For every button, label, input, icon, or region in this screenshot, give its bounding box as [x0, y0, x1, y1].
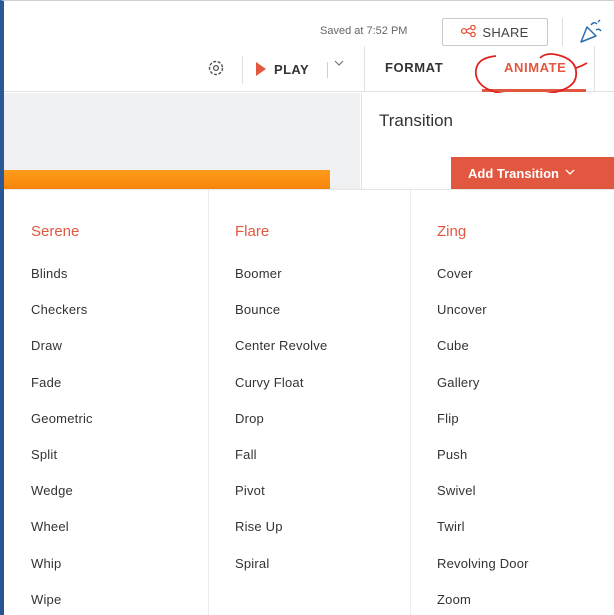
saved-status: Saved at 7:52 PM [320, 25, 408, 37]
transition-option[interactable]: Spiral [235, 556, 327, 592]
share-nodes-icon [461, 24, 477, 40]
transition-group-zing: Zing Cover Uncover Cube Gallery Flip Pus… [410, 190, 614, 615]
transition-option[interactable]: Drop [235, 411, 327, 447]
transition-option[interactable]: Push [437, 447, 529, 483]
slide-orange-bar [4, 170, 330, 189]
transition-list: Boomer Bounce Center Revolve Curvy Float… [235, 266, 327, 592]
group-heading: Flare [235, 223, 270, 240]
transition-option[interactable]: Flip [437, 411, 529, 447]
transition-option[interactable]: Rise Up [235, 519, 327, 555]
share-label: SHARE [482, 24, 529, 40]
party-popper-icon[interactable] [577, 19, 603, 45]
transition-panel: Transition Add Transition [361, 93, 614, 189]
top-bar: Saved at 7:52 PM SHARE [4, 1, 614, 46]
transition-option[interactable]: Revolving Door [437, 556, 529, 592]
transition-group-serene: Serene Blinds Checkers Draw Fade Geometr… [4, 190, 208, 615]
transition-option[interactable]: Zoom [437, 592, 529, 615]
transition-option[interactable]: Uncover [437, 302, 529, 338]
divider [242, 56, 243, 84]
transition-option[interactable]: Wheel [31, 519, 93, 555]
transition-option[interactable]: Cube [437, 338, 529, 374]
tab-format[interactable]: FORMAT [385, 60, 443, 75]
divider [562, 18, 563, 46]
transition-option[interactable]: Cover [437, 266, 529, 302]
transition-option[interactable]: Wedge [31, 483, 93, 519]
chevron-down-icon [565, 167, 575, 179]
transition-option[interactable]: Fall [235, 447, 327, 483]
transition-option[interactable]: Split [31, 447, 93, 483]
add-transition-button[interactable]: Add Transition [451, 157, 614, 189]
play-options-chevron-down-icon[interactable] [334, 58, 344, 71]
transition-option[interactable]: Bounce [235, 302, 327, 338]
transition-group-flare: Flare Boomer Bounce Center Revolve Curvy… [208, 190, 410, 615]
transition-option[interactable]: Checkers [31, 302, 93, 338]
transition-list: Cover Uncover Cube Gallery Flip Push Swi… [437, 266, 529, 615]
divider [327, 62, 328, 78]
transition-option[interactable]: Center Revolve [235, 338, 327, 374]
transition-option[interactable]: Geometric [31, 411, 93, 447]
panel-title: Transition [379, 111, 454, 130]
transition-option[interactable]: Boomer [235, 266, 327, 302]
transition-option[interactable]: Swivel [437, 483, 529, 519]
settings-gear-icon[interactable] [206, 58, 226, 78]
group-heading: Zing [437, 223, 467, 240]
play-button[interactable]: PLAY [256, 58, 309, 80]
transition-option[interactable]: Wipe [31, 592, 93, 615]
transition-option[interactable]: Fade [31, 375, 93, 411]
transition-dropdown: Serene Blinds Checkers Draw Fade Geometr… [4, 189, 614, 615]
transition-option[interactable]: Gallery [437, 375, 529, 411]
transition-option[interactable]: Pivot [235, 483, 327, 519]
play-icon [256, 62, 266, 76]
divider [594, 46, 595, 92]
transition-option[interactable]: Twirl [437, 519, 529, 555]
add-transition-label: Add Transition [468, 165, 559, 181]
share-button[interactable]: SHARE [442, 18, 548, 46]
transition-option[interactable]: Blinds [31, 266, 93, 302]
transition-option[interactable]: Whip [31, 556, 93, 592]
divider [364, 46, 365, 92]
transition-list: Blinds Checkers Draw Fade Geometric Spli… [31, 266, 93, 615]
transition-option[interactable]: Draw [31, 338, 93, 374]
play-label: PLAY [274, 61, 310, 77]
transition-option[interactable]: Curvy Float [235, 375, 327, 411]
group-heading: Serene [31, 223, 80, 240]
